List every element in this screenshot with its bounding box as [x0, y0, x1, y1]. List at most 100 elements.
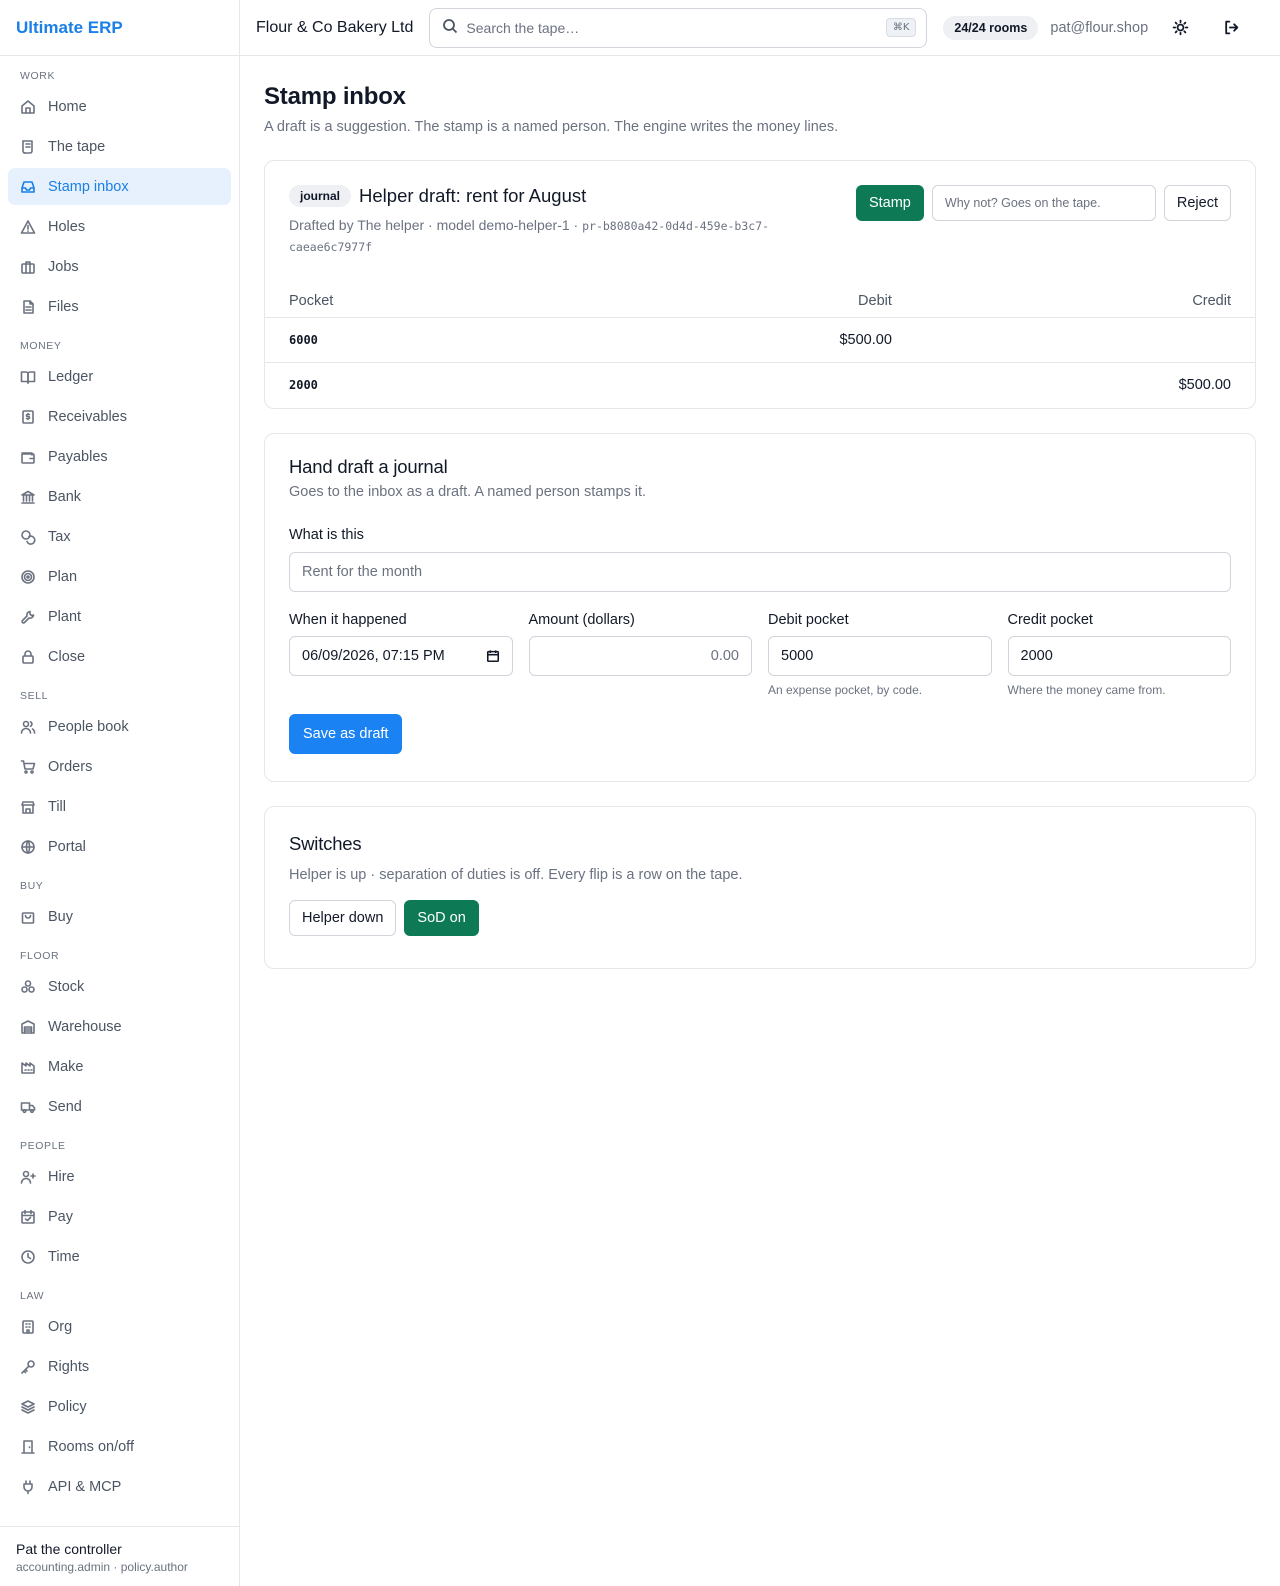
current-user[interactable]: Pat the controller accounting.admin · po… — [0, 1526, 239, 1586]
sidebar-item-label: Hire — [48, 1168, 75, 1185]
sidebar-item-ledger[interactable]: Ledger — [8, 358, 231, 395]
what-label: What is this — [289, 527, 364, 543]
clock-icon — [20, 1249, 36, 1265]
section-money: MONEY — [20, 340, 62, 352]
column-credit: Credit — [915, 285, 1255, 318]
sidebar-item-label: The tape — [48, 138, 106, 155]
sidebar-item-label: Close — [48, 648, 86, 665]
sidebar-item-receivables[interactable]: Receivables — [8, 398, 231, 435]
sidebar-item-buy[interactable]: Buy — [8, 898, 231, 935]
switches-title: Switches — [289, 833, 362, 854]
table-row: 2000 $500.00 — [265, 362, 1255, 407]
sidebar-item-hire[interactable]: Hire — [8, 1158, 231, 1195]
user-roles: accounting.admin · policy.author — [16, 1560, 188, 1574]
debit-pocket-hint: An expense pocket, by code. — [768, 683, 923, 697]
sidebar-item-label: Make — [48, 1058, 84, 1075]
hand-draft-title: Hand draft a journal — [289, 456, 448, 477]
credit-pocket-hint: Where the money came from. — [1007, 683, 1166, 697]
door-icon — [20, 1439, 36, 1455]
sidebar-item-label: Rooms on/off — [48, 1438, 134, 1455]
debit-pocket-input[interactable] — [768, 636, 992, 676]
sidebar-item-rights[interactable]: Rights — [8, 1348, 231, 1385]
save-draft-button[interactable]: Save as draft — [289, 714, 403, 754]
receipt-icon — [20, 409, 36, 425]
calendar-icon[interactable] — [486, 649, 500, 663]
credit-cell — [915, 317, 1255, 363]
calendar-check-icon — [20, 1209, 36, 1225]
sidebar-item-send[interactable]: Send — [8, 1088, 231, 1125]
sidebar-item-policy[interactable]: Policy — [8, 1388, 231, 1425]
search-shortcut: ⌘K — [885, 18, 917, 37]
home-icon — [20, 99, 36, 115]
sidebar-item-tape[interactable]: The tape — [8, 128, 231, 165]
target-icon — [20, 569, 36, 585]
helper-down-button[interactable]: Helper down — [289, 900, 397, 936]
switches-card: Switches Helper is up · separation of du… — [264, 806, 1256, 969]
when-label: When it happened — [289, 612, 407, 628]
sidebar-item-portal[interactable]: Portal — [8, 828, 231, 865]
table-header-row: Pocket Debit Credit — [265, 285, 1255, 318]
warehouse-icon — [20, 1019, 36, 1035]
sidebar-item-warehouse[interactable]: Warehouse — [8, 1008, 231, 1045]
draft-actions: Stamp Reject — [855, 185, 1231, 257]
store-icon — [20, 799, 36, 815]
column-pocket: Pocket — [265, 285, 577, 318]
what-input[interactable] — [289, 552, 1231, 592]
sidebar-item-files[interactable]: Files — [8, 288, 231, 325]
sign-out-button[interactable] — [1215, 12, 1247, 44]
search-box[interactable]: ⌘K — [429, 7, 928, 48]
section-floor: FLOOR — [20, 950, 60, 962]
sidebar-item-api[interactable]: API & MCP — [8, 1468, 231, 1505]
book-icon — [20, 369, 36, 385]
sidebar: Ultimate ERP WORK Home The tape Stamp in… — [0, 0, 240, 1586]
sidebar-item-people-book[interactable]: People book — [8, 708, 231, 745]
search-input[interactable] — [466, 19, 886, 36]
credit-pocket-input[interactable] — [1007, 636, 1231, 676]
reject-button[interactable]: Reject — [1163, 185, 1231, 221]
sidebar-item-label: Holes — [48, 218, 86, 235]
reject-reason-input[interactable] — [931, 185, 1156, 221]
when-datetime-input[interactable]: 06/09/2026, 07:15 PM — [289, 636, 513, 676]
theme-toggle-button[interactable] — [1164, 12, 1196, 44]
sidebar-item-time[interactable]: Time — [8, 1238, 231, 1275]
sidebar-item-pay[interactable]: Pay — [8, 1198, 231, 1235]
sidebar-item-label: Till — [48, 798, 66, 815]
table-row: 6000 $500.00 — [265, 317, 1255, 363]
sidebar-item-label: Payables — [48, 448, 108, 465]
section-sell: SELL — [20, 690, 49, 702]
app-brand[interactable]: Ultimate ERP — [0, 0, 239, 56]
globe-icon — [20, 839, 36, 855]
when-value: 06/09/2026, 07:15 PM — [302, 648, 445, 664]
sidebar-item-label: Tax — [48, 528, 71, 545]
sod-on-button[interactable]: SoD on — [404, 900, 479, 936]
sidebar-item-label: Policy — [48, 1398, 87, 1415]
sidebar-item-home[interactable]: Home — [8, 88, 231, 125]
sidebar-item-bank[interactable]: Bank — [8, 478, 231, 515]
user-plus-icon — [20, 1169, 36, 1185]
stamp-button[interactable]: Stamp — [855, 185, 924, 221]
sidebar-item-label: Org — [48, 1318, 73, 1335]
draft-card: journal Helper draft: rent for August Dr… — [264, 160, 1256, 409]
sidebar-item-holes[interactable]: Holes — [8, 208, 231, 245]
sidebar-item-org[interactable]: Org — [8, 1308, 231, 1345]
coins-icon — [20, 529, 36, 545]
draft-meta-text: Drafted by The helper · model demo-helpe… — [289, 217, 583, 233]
sidebar-item-rooms[interactable]: Rooms on/off — [8, 1428, 231, 1465]
sidebar-item-close[interactable]: Close — [8, 638, 231, 675]
sidebar-item-stock[interactable]: Stock — [8, 968, 231, 1005]
company-name[interactable]: Flour & Co Bakery Ltd — [256, 19, 413, 37]
sidebar-item-stamp-inbox[interactable]: Stamp inbox — [8, 168, 231, 205]
sidebar-item-orders[interactable]: Orders — [8, 748, 231, 785]
sidebar-item-till[interactable]: Till — [8, 788, 231, 825]
sidebar-item-label: People book — [48, 718, 129, 735]
sidebar-item-tax[interactable]: Tax — [8, 518, 231, 555]
sidebar-item-label: Buy — [48, 908, 73, 925]
sidebar-item-make[interactable]: Make — [8, 1048, 231, 1085]
sidebar-item-plan[interactable]: Plan — [8, 558, 231, 595]
sidebar-item-jobs[interactable]: Jobs — [8, 248, 231, 285]
sidebar-item-payables[interactable]: Payables — [8, 438, 231, 475]
warning-triangle-icon — [20, 219, 36, 235]
user-email[interactable]: pat@flour.shop — [1050, 20, 1148, 36]
sidebar-item-plant[interactable]: Plant — [8, 598, 231, 635]
amount-input[interactable] — [528, 636, 752, 676]
